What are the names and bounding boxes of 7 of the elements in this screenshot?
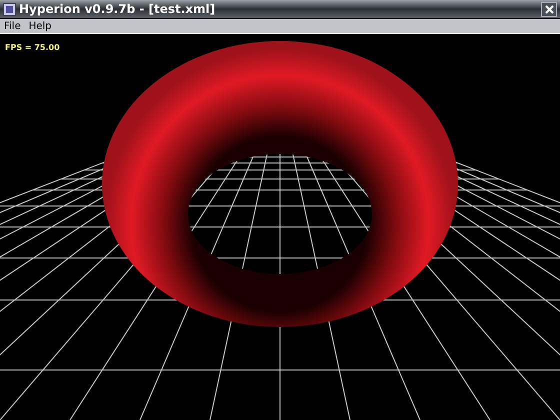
menu-item[interactable]: Help bbox=[28, 20, 52, 32]
app-icon bbox=[3, 2, 16, 16]
window-title: Hyperion v0.9.7b - [test.xml] bbox=[19, 2, 216, 16]
close-button[interactable] bbox=[541, 2, 557, 17]
menu-item[interactable]: File bbox=[4, 20, 21, 32]
fps-counter: FPS = 75.00 bbox=[5, 43, 60, 52]
close-icon bbox=[544, 4, 554, 14]
